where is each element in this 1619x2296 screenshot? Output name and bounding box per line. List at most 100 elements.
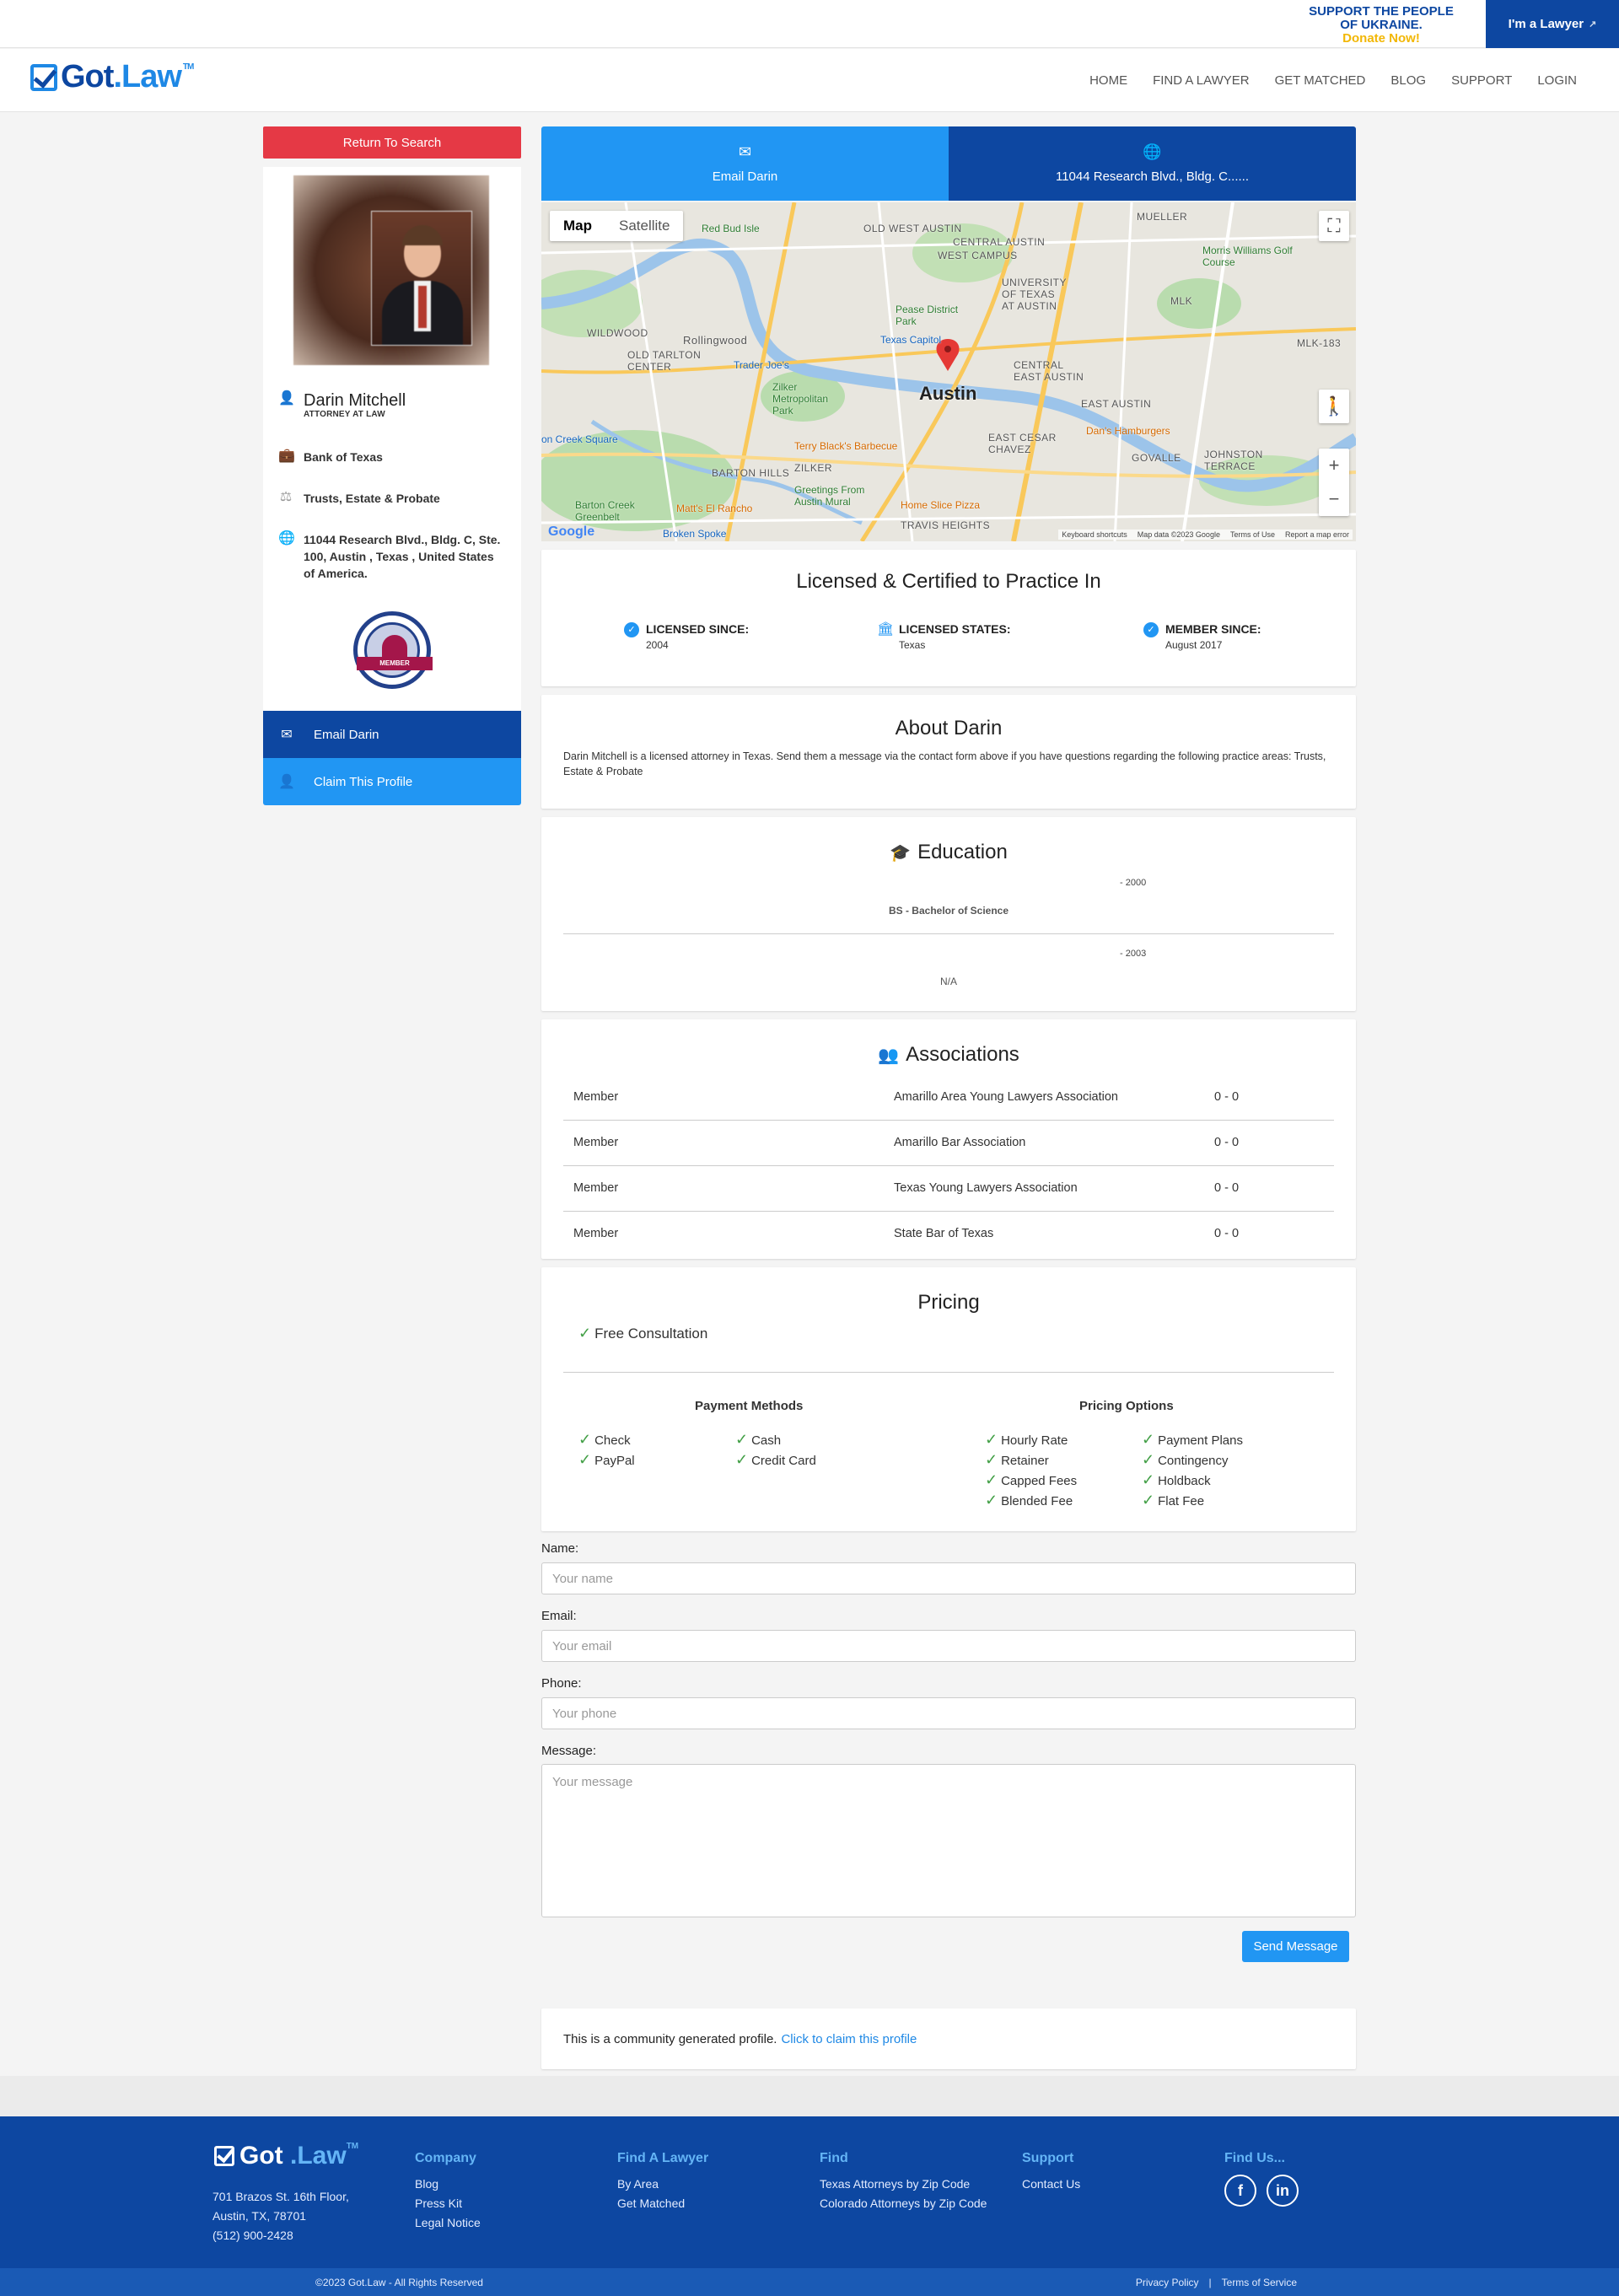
nav-get-matched[interactable]: GET MATCHED	[1275, 73, 1366, 88]
community-profile-notice: This is a community generated profile. C…	[541, 2008, 1356, 2069]
send-message-button[interactable]: Send Message	[1242, 1931, 1349, 1962]
member-since: ✓ MEMBER SINCE: August 2017	[1143, 622, 1261, 651]
nav-links: HOME FIND A LAWYER GET MATCHED BLOG SUPP…	[1089, 49, 1577, 112]
checkbox-logo-icon	[30, 63, 57, 91]
education-card: 🎓 Education - 2000 BS - Bachelor of Scien…	[541, 817, 1356, 1011]
ukraine-line2: OF UKRAINE.	[1340, 18, 1423, 32]
nav-blog[interactable]: BLOG	[1390, 73, 1426, 88]
fullscreen-icon[interactable]: ⛶	[1319, 211, 1349, 241]
badge-ribbon: MEMBER	[357, 657, 433, 670]
terms-of-service-link[interactable]: Terms of Service	[1222, 2277, 1297, 2288]
firm-name: Bank of Texas	[304, 450, 383, 464]
copyright-text: ©2023 Got.Law - All Rights Reserved	[315, 2277, 483, 2288]
privacy-policy-link[interactable]: Privacy Policy	[1136, 2277, 1199, 2288]
phone-input[interactable]: Your phone	[541, 1697, 1356, 1729]
google-logo: Google	[548, 524, 595, 539]
associations-card: 👥 Associations Member Amarillo Area Young…	[541, 1019, 1356, 1259]
nav-home[interactable]: HOME	[1089, 73, 1127, 88]
phone-label: Phone:	[541, 1676, 582, 1691]
nav-support[interactable]: SUPPORT	[1451, 73, 1512, 88]
firm-row: 💼 Bank of Texas	[278, 449, 383, 465]
footer-phone[interactable]: (512) 900-2428	[212, 2226, 349, 2245]
pricing-option: ✓ Blended Fee	[985, 1492, 1073, 1508]
about-title: About Darin	[895, 717, 1003, 739]
checkmark-icon: ✓	[1142, 1451, 1155, 1468]
email-input[interactable]: Your email	[541, 1630, 1356, 1662]
gotlaw-logo[interactable]: Got .Law TM	[30, 59, 194, 95]
graduation-cap-icon: 🎓	[890, 844, 912, 863]
keyboard-shortcuts-link[interactable]: Keyboard shortcuts	[1062, 530, 1127, 539]
nav-find-a-lawyer[interactable]: FIND A LAWYER	[1153, 73, 1249, 88]
email-label: Email:	[541, 1609, 577, 1623]
sidebar-email-button[interactable]: ✉ Email Darin	[263, 711, 521, 758]
logo-got: Got	[61, 59, 114, 94]
tab-address[interactable]: 🌐 11044 Research Blvd., Bldg. C......	[949, 126, 1356, 201]
map-footer: Keyboard shortcuts Map data ©2023 Google…	[1058, 530, 1353, 540]
footer-logo[interactable]: Got .Law TM	[214, 2142, 358, 2170]
payment-method: ✓ Check	[578, 1431, 631, 1448]
profile-photo-background	[293, 175, 489, 365]
practice-row: ⚖ Trusts, Estate & Probate	[278, 490, 440, 507]
divider	[563, 933, 1334, 934]
im-a-lawyer-button[interactable]: I'm a Lawyer ↗	[1486, 0, 1619, 48]
people-group-icon: 👥	[878, 1046, 900, 1065]
message-label: Message:	[541, 1744, 597, 1758]
associations-title: 👥 Associations	[878, 1043, 1019, 1066]
licensed-states: 🏛 LICENSED STATES: Texas	[877, 622, 1011, 651]
zoom-controls: + −	[1319, 449, 1349, 516]
map-type-toggle: Map Satellite	[550, 211, 684, 241]
footer-support: Support Contact Us	[1022, 2151, 1081, 2191]
checkmark-icon: ✓	[985, 1471, 998, 1488]
name-label: Name:	[541, 1541, 579, 1556]
capitol-dome-icon	[382, 635, 407, 657]
checkbox-logo-icon	[214, 2146, 234, 2166]
checkmark-icon: ✓	[985, 1451, 998, 1468]
return-to-search-button[interactable]: Return To Search	[263, 126, 521, 159]
map-type-map[interactable]: Map	[550, 211, 605, 241]
checkmark-icon: ✓	[985, 1492, 998, 1508]
profile-card: 👤 Darin Mitchell ATTORNEY AT LAW 💼 Bank …	[263, 167, 521, 711]
licensed-since: ✓ LICENSED SINCE: 2004	[624, 622, 749, 651]
external-link-icon: ↗	[1589, 19, 1597, 30]
association-row: Member Amarillo Area Young Lawyers Assoc…	[563, 1075, 1334, 1121]
facebook-icon[interactable]: f	[1224, 2175, 1256, 2207]
linkedin-icon[interactable]: in	[1267, 2175, 1299, 2207]
logo-law: .Law	[113, 59, 181, 94]
message-textarea[interactable]: Your message	[541, 1764, 1356, 1917]
report-map-error-link[interactable]: Report a map error	[1285, 530, 1349, 539]
payment-methods-heading: Payment Methods	[695, 1399, 804, 1413]
claim-profile-link[interactable]: Click to claim this profile	[781, 2032, 917, 2046]
pricing-option: ✓ Payment Plans	[1142, 1431, 1243, 1448]
association-row: Member Amarillo Bar Association 0 - 0	[563, 1121, 1334, 1166]
divider	[563, 1372, 1334, 1373]
ukraine-support-banner[interactable]: SUPPORT THE PEOPLE OF UKRAINE. Donate No…	[1297, 5, 1466, 46]
about-text: Darin Mitchell is a licensed attorney in…	[563, 750, 1326, 777]
google-map[interactable]: Map Satellite ⛶ 🚶 + − Austin OLD WEST AU…	[541, 202, 1356, 541]
pricing-card: Pricing ✓ Free Consultation Payment Metho…	[541, 1267, 1356, 1531]
zoom-out-icon[interactable]: −	[1329, 488, 1340, 510]
checkmark-icon: ✓	[1142, 1431, 1155, 1448]
claim-profile-button[interactable]: 👤 Claim This Profile	[263, 758, 521, 805]
checkmark-icon: ✓	[735, 1451, 749, 1468]
map-data-credit: Map data ©2023 Google	[1137, 530, 1220, 539]
donate-link[interactable]: Donate Now!	[1297, 32, 1466, 46]
social-links: f in	[1224, 2175, 1299, 2207]
address-row: 🌐 11044 Research Blvd., Bldg. C, Ste. 10…	[278, 531, 506, 582]
checkmark-icon: ✓	[735, 1431, 749, 1448]
nav-login[interactable]: LOGIN	[1537, 73, 1577, 88]
sidebar-email-label: Email Darin	[314, 727, 379, 742]
street-view-pegman-icon[interactable]: 🚶	[1319, 390, 1349, 423]
checkmark-icon: ✓	[985, 1431, 998, 1448]
map-type-satellite[interactable]: Satellite	[605, 211, 683, 241]
free-consultation: ✓ Free Consultation	[578, 1325, 708, 1342]
main-navbar: Got .Law TM HOME FIND A LAWYER GET MATCHED…	[0, 49, 1619, 112]
tab-email[interactable]: ✉ Email Darin	[541, 126, 949, 201]
profile-photo	[371, 211, 472, 346]
name-input[interactable]: Your name	[541, 1562, 1356, 1594]
claim-profile-label: Claim This Profile	[314, 774, 413, 789]
contact-tabs: ✉ Email Darin 🌐 11044 Research Blvd., Bl…	[541, 126, 1356, 201]
institution-icon: 🏛	[877, 622, 895, 637]
zoom-in-icon[interactable]: +	[1329, 454, 1340, 476]
terms-of-use-link[interactable]: Terms of Use	[1230, 530, 1275, 539]
tab-email-label: Email Darin	[712, 169, 778, 184]
